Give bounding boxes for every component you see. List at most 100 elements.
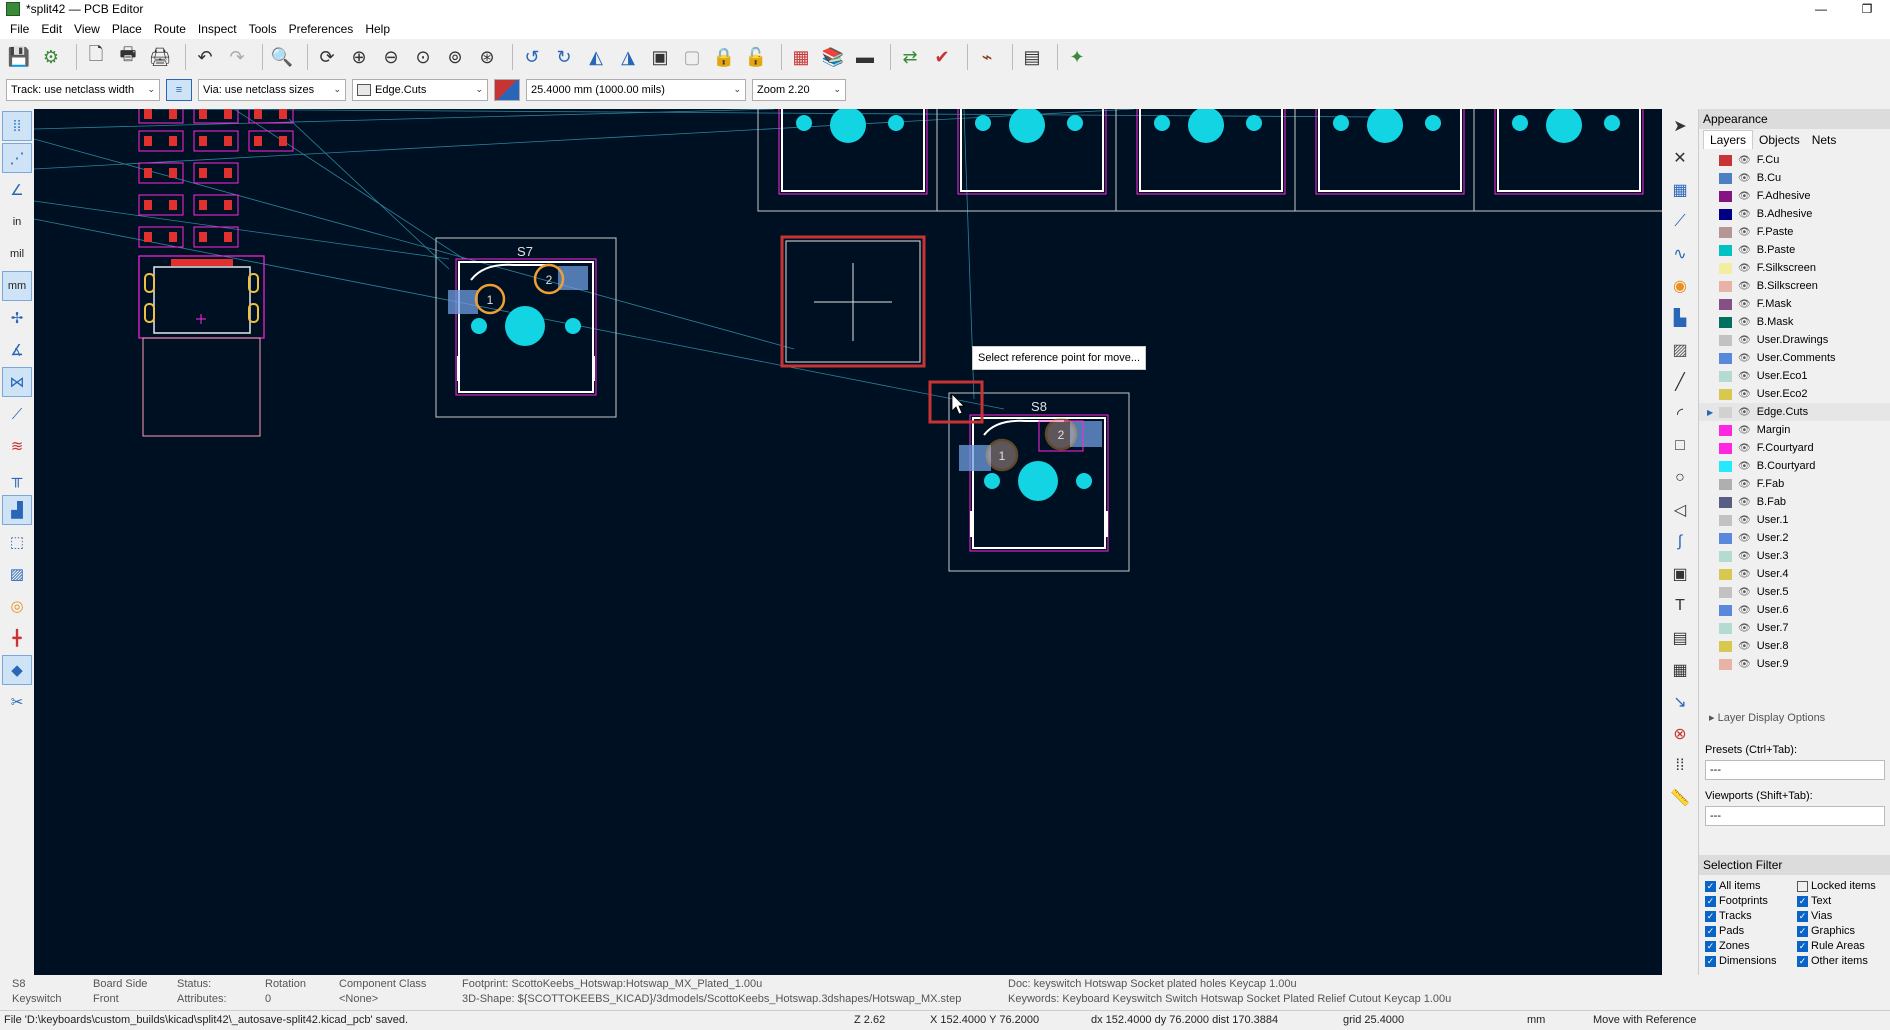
lock-icon[interactable]: 🔒 (711, 44, 737, 70)
draw-bezier-icon[interactable]: ∫ (1665, 527, 1695, 557)
add-table-icon[interactable]: ▦ (1665, 655, 1695, 685)
layer-color-swatch[interactable] (1719, 172, 1732, 184)
visibility-eye-icon[interactable]: 👁 (1738, 641, 1751, 652)
filter-checkbox[interactable]: ✓ Pads (1705, 924, 1797, 938)
layer-color-swatch[interactable] (1719, 622, 1732, 634)
visibility-eye-icon[interactable]: 👁 (1738, 353, 1751, 364)
layer-color-swatch[interactable] (1719, 532, 1732, 544)
layer-row[interactable]: 👁 F.Adhesive (1699, 187, 1890, 205)
visibility-eye-icon[interactable]: 👁 (1738, 281, 1751, 292)
layer-row[interactable]: 👁 B.Cu (1699, 169, 1890, 187)
visibility-eye-icon[interactable]: 👁 (1738, 533, 1751, 544)
plot-icon[interactable]: 🖨 (147, 44, 173, 70)
layer-row[interactable]: 👁 User.8 (1699, 637, 1890, 655)
checkbox-icon[interactable]: ✓ (1705, 910, 1716, 922)
footprint-editor-icon[interactable]: ▬ (852, 44, 878, 70)
layer-row[interactable]: 👁 User.7 (1699, 619, 1890, 637)
ratsnest-icon[interactable]: ⋈ (2, 367, 32, 397)
layer-display-options[interactable]: ▸ Layer Display Options (1699, 711, 1890, 724)
menu-edit[interactable]: Edit (35, 22, 68, 36)
cursor-style-icon[interactable]: ✢ (2, 303, 32, 333)
visibility-eye-icon[interactable]: 👁 (1738, 209, 1751, 220)
measure-icon[interactable]: 📏 (1665, 783, 1695, 813)
route-track-icon[interactable]: ⟋ (1665, 207, 1695, 237)
tab-layers[interactable]: Layers (1703, 130, 1754, 149)
layer-color-swatch[interactable] (1719, 424, 1732, 436)
visibility-eye-icon[interactable]: 👁 (1738, 425, 1751, 436)
checkbox-icon[interactable]: ✓ (1705, 940, 1716, 952)
visibility-eye-icon[interactable]: 👁 (1738, 335, 1751, 346)
visibility-eye-icon[interactable]: 👁 (1738, 245, 1751, 256)
track-width-select[interactable]: Track: use netclass width ⌄ (6, 79, 160, 101)
visibility-eye-icon[interactable]: 👁 (1738, 389, 1751, 400)
layer-row[interactable]: 👁 B.Courtyard (1699, 457, 1890, 475)
menu-preferences[interactable]: Preferences (283, 22, 360, 36)
add-footprint-icon[interactable]: ▦ (1665, 175, 1695, 205)
filter-checkbox[interactable]: ✓ Vias (1797, 909, 1890, 923)
layer-color-swatch[interactable] (1719, 640, 1732, 652)
mirror-icon[interactable]: ◮ (615, 44, 641, 70)
add-zone-icon[interactable]: ▙ (1665, 303, 1695, 333)
zoom-fit-icon[interactable]: ⊙ (410, 44, 436, 70)
rotate-ccw-icon[interactable]: ↺ (519, 44, 545, 70)
units-inch-icon[interactable]: in (2, 207, 32, 237)
schematic-icon[interactable]: ⌁ (974, 44, 1000, 70)
filter-checkbox[interactable]: ✓ Graphics (1797, 924, 1890, 938)
checkbox-icon[interactable] (1797, 880, 1808, 892)
grid-select[interactable]: 25.4000 mm (1000.00 mils) ⌄ (526, 79, 746, 101)
layer-color-swatch[interactable] (1719, 604, 1732, 616)
checkbox-icon[interactable]: ✓ (1797, 910, 1808, 922)
filter-checkbox[interactable]: ✓ Rule Areas (1797, 939, 1890, 953)
viewports-select[interactable]: --- (1705, 806, 1885, 826)
save-icon[interactable]: 💾 (6, 44, 32, 70)
draw-line-icon[interactable]: ╱ (1665, 367, 1695, 397)
layer-row[interactable]: 👁 Margin (1699, 421, 1890, 439)
print-icon[interactable]: 🖶 (115, 44, 141, 70)
tune-length-icon[interactable]: ∿ (1665, 239, 1695, 269)
filter-checkbox[interactable]: ✓ Text (1797, 894, 1890, 908)
rule-area-icon[interactable]: ▨ (1665, 335, 1695, 365)
checkbox-icon[interactable]: ✓ (1705, 925, 1716, 937)
draw-circle-icon[interactable]: ○ (1665, 463, 1695, 493)
layer-color-swatch[interactable] (1719, 352, 1732, 364)
layer-row[interactable]: 👁 F.Courtyard (1699, 439, 1890, 457)
layer-row[interactable]: 👁 B.Adhesive (1699, 205, 1890, 223)
visibility-eye-icon[interactable]: 👁 (1738, 461, 1751, 472)
draw-rectangle-icon[interactable]: □ (1665, 431, 1695, 461)
undo-icon[interactable]: ↶ (192, 44, 218, 70)
menu-place[interactable]: Place (106, 22, 148, 36)
ungroup-icon[interactable]: ▢ (679, 44, 705, 70)
zoom-in-icon[interactable]: ⊕ (346, 44, 372, 70)
menu-help[interactable]: Help (359, 22, 396, 36)
track-outline-icon[interactable]: ≋ (2, 431, 32, 461)
visibility-eye-icon[interactable]: 👁 (1738, 155, 1751, 166)
visibility-eye-icon[interactable]: 👁 (1738, 191, 1751, 202)
layer-row[interactable]: 👁 B.Mask (1699, 313, 1890, 331)
redo-icon[interactable]: ↷ (224, 44, 250, 70)
layer-row[interactable]: 👁 User.9 (1699, 655, 1890, 673)
visibility-eye-icon[interactable]: 👁 (1738, 479, 1751, 490)
net-highlight-icon[interactable]: ◎ (2, 591, 32, 621)
tab-nets[interactable]: Nets (1806, 131, 1843, 149)
graphic-outline-icon[interactable]: ╋ (2, 623, 32, 653)
layer-row[interactable]: ▶ 👁 Edge.Cuts (1699, 403, 1890, 421)
rotate-cw-icon[interactable]: ↻ (551, 44, 577, 70)
layer-color-swatch[interactable] (1719, 550, 1732, 562)
layer-color-swatch[interactable] (1719, 658, 1732, 670)
angle-snap-icon[interactable]: ∡ (2, 335, 32, 365)
add-text-icon[interactable]: T (1665, 591, 1695, 621)
curved-ratsnest-icon[interactable]: ⟋ (2, 399, 32, 429)
layer-row[interactable]: 👁 User.1 (1699, 511, 1890, 529)
layer-color-swatch[interactable] (1719, 244, 1732, 256)
menu-view[interactable]: View (68, 22, 106, 36)
layer-row[interactable]: 👁 User.2 (1699, 529, 1890, 547)
checkbox-icon[interactable]: ✓ (1797, 955, 1808, 967)
visibility-eye-icon[interactable]: 👁 (1738, 659, 1751, 670)
layer-color-swatch[interactable] (1719, 406, 1732, 418)
zoom-selection-icon[interactable]: ⊛ (474, 44, 500, 70)
layer-row[interactable]: 👁 F.Paste (1699, 223, 1890, 241)
layer-color-swatch[interactable] (1719, 280, 1732, 292)
checkbox-icon[interactable]: ✓ (1705, 880, 1716, 892)
refresh-icon[interactable]: ⟳ (314, 44, 340, 70)
filter-checkbox[interactable]: ✓ All items (1705, 879, 1797, 893)
